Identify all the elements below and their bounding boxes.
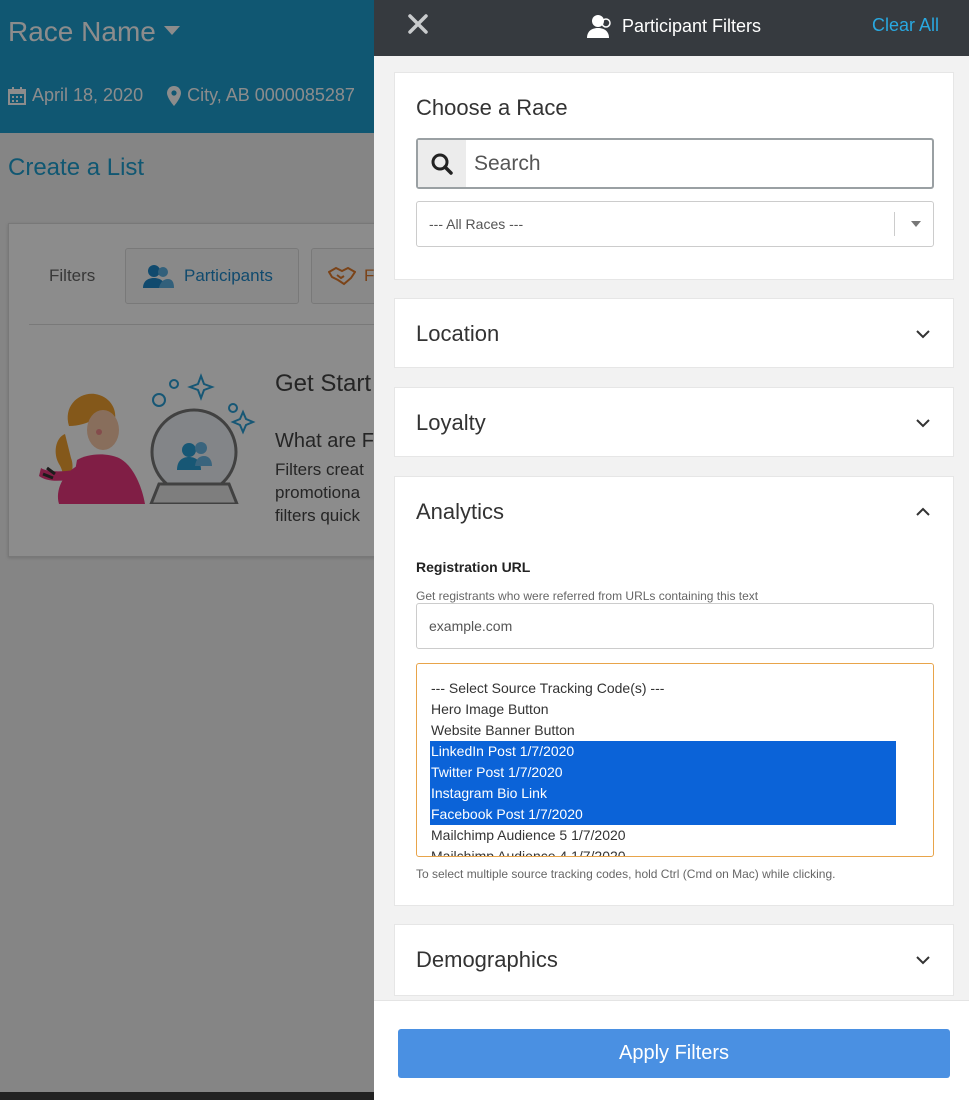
- source-option[interactable]: Mailchimp Audience 4 1/7/2020: [417, 846, 883, 856]
- choose-race-section: Choose a Race --- All Races ---: [394, 72, 954, 280]
- choose-race-title: Choose a Race: [416, 95, 568, 120]
- location-title: Location: [416, 321, 500, 346]
- participant-filters-panel: Participant Filters Clear All Choose a R…: [374, 0, 969, 1100]
- background-page: Race Name April 18, 2020 City, AB 000008…: [0, 0, 374, 1100]
- source-option[interactable]: --- Select Source Tracking Code(s) ---: [417, 678, 883, 699]
- race-select-value: --- All Races ---: [429, 216, 524, 232]
- chevron-up-icon[interactable]: [915, 504, 931, 520]
- location-section[interactable]: Location: [394, 298, 954, 368]
- panel-title: Participant Filters: [586, 14, 761, 38]
- source-option-selected[interactable]: LinkedIn Post 1/7/2020: [430, 741, 896, 762]
- registration-url-field[interactable]: [416, 603, 934, 649]
- source-option[interactable]: Hero Image Button: [417, 699, 883, 720]
- chevron-down-icon[interactable]: [915, 952, 931, 968]
- source-tracking-multiselect[interactable]: --- Select Source Tracking Code(s) --- H…: [416, 663, 934, 857]
- source-option-selected[interactable]: Instagram Bio Link: [430, 783, 896, 804]
- close-icon[interactable]: [406, 12, 430, 36]
- race-search: [416, 138, 934, 189]
- clear-all-button[interactable]: Clear All: [872, 15, 939, 36]
- chevron-down-icon[interactable]: [915, 415, 931, 431]
- source-option-selected[interactable]: Facebook Post 1/7/2020: [430, 804, 896, 825]
- source-option[interactable]: Website Banner Button: [417, 720, 883, 741]
- panel-header: Participant Filters Clear All: [374, 0, 969, 56]
- loyalty-section[interactable]: Loyalty: [394, 387, 954, 457]
- registration-url-help: Get registrants who were referred from U…: [416, 589, 759, 603]
- analytics-title: Analytics: [416, 499, 505, 524]
- search-input[interactable]: [466, 140, 932, 187]
- demographics-title: Demographics: [416, 947, 558, 972]
- select-separator: [894, 212, 895, 236]
- search-icon: [431, 153, 453, 175]
- modal-backdrop[interactable]: [0, 0, 374, 1100]
- chevron-down-icon[interactable]: [915, 326, 931, 342]
- search-addon: [418, 140, 466, 187]
- user-icon: [587, 15, 611, 38]
- analytics-section: Analytics Registration URL Get registran…: [394, 476, 954, 906]
- loyalty-title: Loyalty: [416, 410, 486, 435]
- registration-url-label: Registration URL: [416, 559, 531, 575]
- source-option[interactable]: Mailchimp Audience 5 1/7/2020: [417, 825, 883, 846]
- race-select[interactable]: --- All Races ---: [416, 201, 934, 247]
- bottom-bar: [0, 1092, 374, 1100]
- source-option-selected[interactable]: Twitter Post 1/7/2020: [430, 762, 896, 783]
- apply-filters-button[interactable]: Apply Filters: [398, 1029, 950, 1078]
- demographics-section[interactable]: Demographics: [394, 924, 954, 996]
- panel-title-text: Participant Filters: [622, 15, 762, 36]
- panel-footer: Apply Filters: [374, 1000, 969, 1100]
- caret-down-icon: [911, 221, 921, 227]
- source-tracking-help: To select multiple source tracking codes…: [416, 867, 836, 881]
